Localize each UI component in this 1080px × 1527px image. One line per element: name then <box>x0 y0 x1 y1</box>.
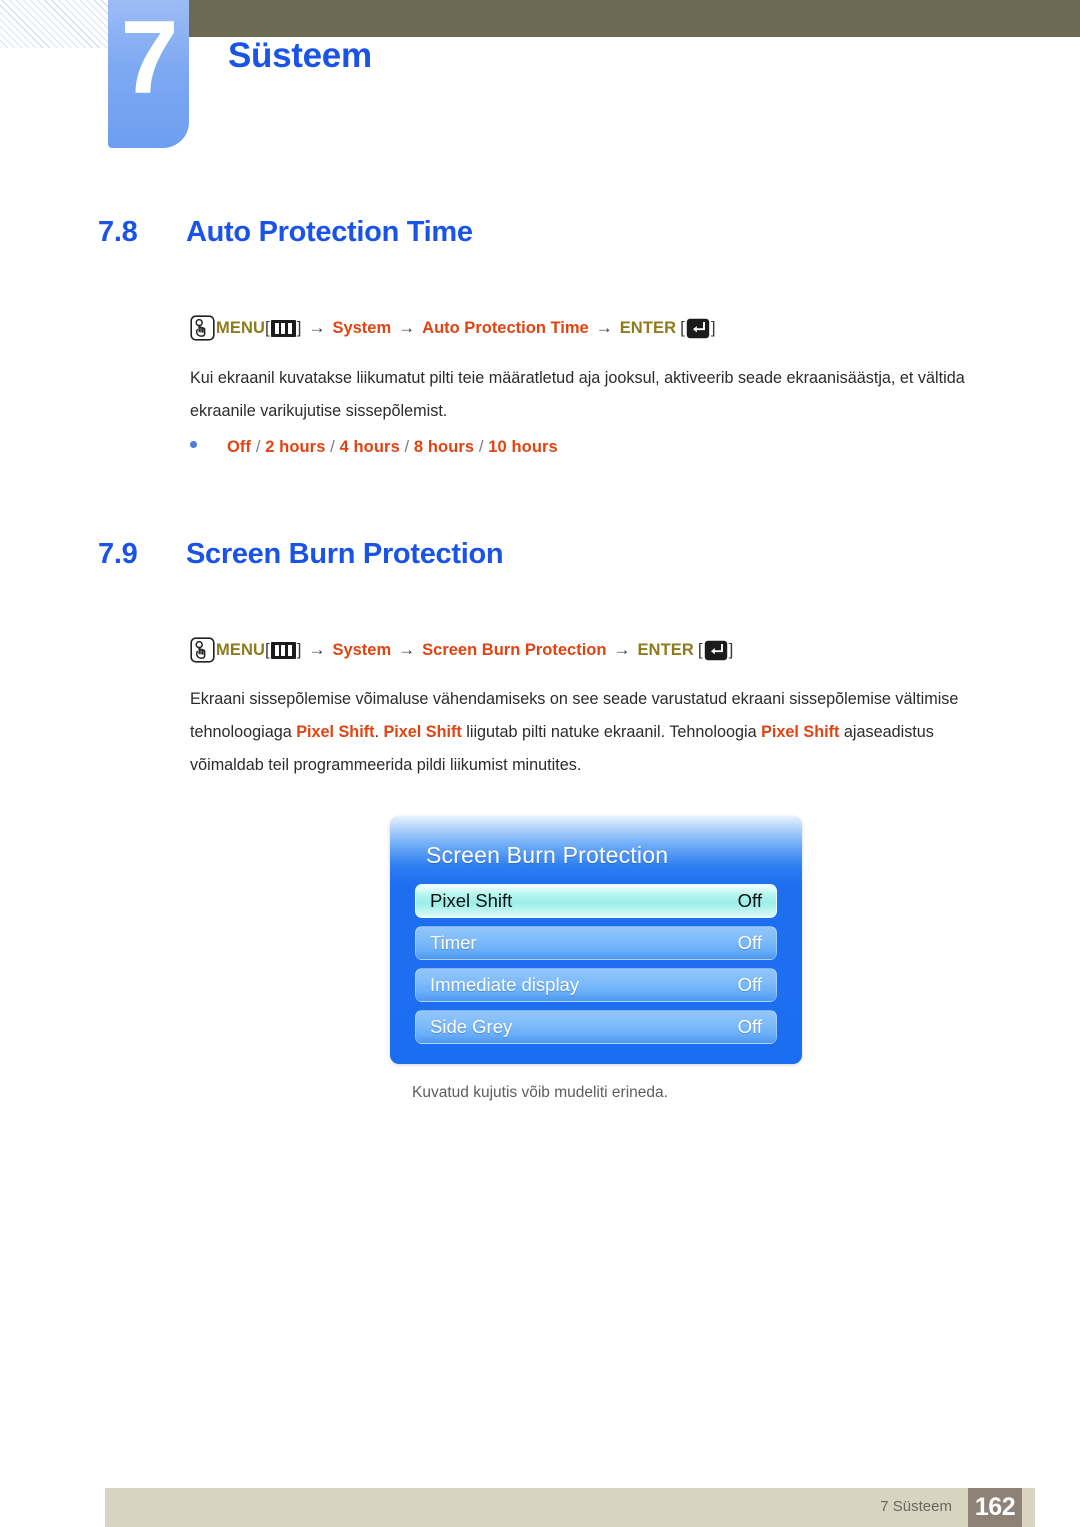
enter-key-icon <box>686 318 710 338</box>
bracket-open: [ <box>680 318 685 337</box>
section-body-7-8: Kui ekraanil kuvatakse liikumatut pilti … <box>190 369 965 420</box>
osd-row-label: Pixel Shift <box>430 890 513 911</box>
osd-row-timer[interactable]: Timer Off <box>415 926 777 960</box>
section-number: 7.9 <box>98 538 138 570</box>
bullet-separator: / <box>330 438 335 456</box>
section-number: 7.8 <box>98 216 138 248</box>
enter-key-icon <box>704 640 727 660</box>
path-item-system: System <box>332 318 392 337</box>
osd-caption: Kuvatud kujutis võib mudeliti erineda. <box>412 1084 668 1101</box>
enter-label: ENTER <box>619 318 677 337</box>
bullet-separator: / <box>404 438 410 456</box>
osd-row-value: Off <box>737 932 762 953</box>
section-body-7-9: Ekraani sissepõlemise võimaluse vähendam… <box>190 683 980 782</box>
path-item-system: System <box>332 640 392 659</box>
section-heading-7-8: 7.8 Auto Protection Time <box>98 216 473 249</box>
menu-path-7-9: MENU [ ] → System → Screen Burn Protecti… <box>190 637 733 663</box>
footer-page-box: 162 <box>968 1488 1022 1527</box>
footer-page-number: 162 <box>974 1493 1016 1521</box>
bullet-dot-icon <box>190 441 197 448</box>
header-olive-bar <box>185 0 1080 37</box>
osd-row-value: Off <box>737 1016 762 1037</box>
bracket-open: [ <box>697 640 703 659</box>
section-title: Auto Protection Time <box>186 216 473 248</box>
osd-row-label: Immediate display <box>430 974 580 995</box>
osd-row-list: Pixel Shift Off Timer Off Immediate disp… <box>415 884 777 1052</box>
path-item-auto-protection-time: Auto Protection Time <box>422 318 589 337</box>
hand-press-icon <box>190 637 215 663</box>
enter-label: ENTER <box>637 640 694 659</box>
osd-row-side-grey[interactable]: Side Grey Off <box>415 1010 777 1044</box>
osd-row-immediate-display[interactable]: Immediate display Off <box>415 968 777 1002</box>
bullet-list-item-7-8: Off / 2 hours / 4 hours / 8 hours / 10 h… <box>190 438 558 457</box>
path-arrow: → <box>613 640 631 659</box>
bullet-option: 2 hours <box>265 438 326 456</box>
bullet-option: 10 hours <box>488 438 558 456</box>
chapter-number: 7 <box>120 0 179 116</box>
path-arrow: → <box>398 640 416 659</box>
path-arrow: → <box>398 318 416 337</box>
menu-label: MENU <box>216 318 265 337</box>
chapter-tab: 7 <box>108 0 189 148</box>
osd-row-value: Off <box>737 890 762 911</box>
bracket-close: ] <box>296 640 302 659</box>
body-highlight: Pixel Shift <box>383 723 462 741</box>
bullet-separator: / <box>255 438 261 456</box>
osd-row-label: Side Grey <box>430 1016 513 1037</box>
chapter-title: Süsteem <box>228 36 372 75</box>
osd-screen-burn-protection-panel: Screen Burn Protection Pixel Shift Off T… <box>390 816 802 1064</box>
path-arrow: → <box>308 318 326 337</box>
osd-row-label: Timer <box>430 932 477 953</box>
footer-chapter-label: 7 Süsteem <box>880 1498 952 1515</box>
hatch-pattern-decoration <box>0 0 108 48</box>
menu-path-7-8: MENU [ ] → System → Auto Protection Time… <box>190 315 716 341</box>
path-arrow: → <box>308 640 326 659</box>
path-arrow: → <box>595 318 613 337</box>
bullet-option: Off <box>227 438 252 456</box>
hand-press-icon <box>190 315 215 341</box>
menu-bars-icon <box>270 319 296 337</box>
bracket-open: [ <box>264 318 270 337</box>
body-highlight: Pixel Shift <box>296 723 375 741</box>
bullet-options: Off / 2 hours / 4 hours / 8 hours / 10 h… <box>227 438 558 457</box>
bracket-close: ] <box>296 318 302 337</box>
osd-row-pixel-shift[interactable]: Pixel Shift Off <box>415 884 777 918</box>
bullet-option: 8 hours <box>413 438 475 456</box>
path-item-screen-burn-protection: Screen Burn Protection <box>422 640 607 659</box>
bullet-separator: / <box>478 438 484 456</box>
menu-label: MENU <box>216 640 265 659</box>
osd-row-value: Off <box>737 974 762 995</box>
bullet-option: 4 hours <box>339 438 400 456</box>
bracket-close: ] <box>728 640 734 659</box>
body-highlight: Pixel Shift <box>761 723 840 741</box>
page-header: 7 Süsteem <box>0 0 1080 160</box>
osd-title: Screen Burn Protection <box>426 842 669 868</box>
body-text: liigutab pilti natuke ekraanil. Tehnoloo… <box>461 723 762 741</box>
menu-bars-icon <box>270 641 296 659</box>
section-heading-7-9: 7.9 Screen Burn Protection <box>98 538 504 571</box>
bracket-close: ] <box>710 318 716 337</box>
section-title: Screen Burn Protection <box>186 538 504 570</box>
bracket-open: [ <box>264 640 270 659</box>
